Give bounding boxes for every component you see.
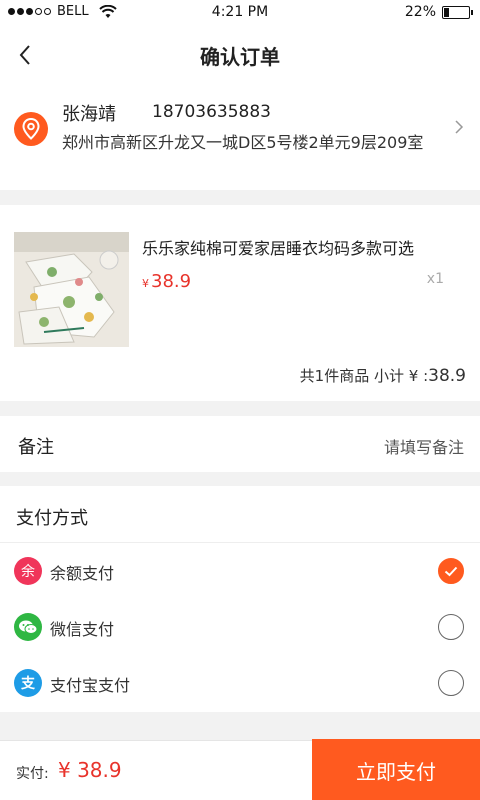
remark-row: 备注 请填写备注 [0,416,480,472]
status-right: 22% [404,4,473,20]
remark-input[interactable]: 请填写备注 [384,434,464,458]
radio-unchecked[interactable] [438,670,464,696]
recipient-phone: 18703635883 [152,102,271,122]
subtotal-label: 小计 ¥ : [374,367,429,385]
location-pin-icon [14,112,48,146]
payment-option-label: 微信支付 [50,620,115,639]
divider [0,542,480,543]
item-count: 共1件商品 [299,367,370,385]
payment-option-alipay[interactable]: 支 支付宝支付 [0,656,480,712]
recipient-name: 张海靖 [62,104,116,125]
pay-now-button[interactable]: 立即支付 [312,739,480,800]
chevron-right-icon [455,120,464,134]
balance-icon: 余 [14,557,42,585]
payment-section: 支付方式 余 余额支付 微信支付 支 支付宝支付 [0,486,480,712]
product-price: ¥38.9 [142,271,191,292]
payment-option-label: 支付宝支付 [50,676,131,695]
chevron-left-icon [19,45,30,65]
payment-option-balance[interactable]: 余 余额支付 [0,544,480,600]
total-label: 实付: [16,766,49,782]
radio-unchecked[interactable] [438,614,464,640]
total-amount: ¥ 38.9 [58,758,122,782]
product-card: 乐乐家纯棉可爱家居睡衣均码多款可选 ¥38.9 x1 共1件商品 小计 ¥ :3… [0,205,480,401]
product-image[interactable] [14,232,129,347]
remark-label: 备注 [18,437,54,458]
product-quantity: x1 [426,271,444,287]
battery-percent: 22% [404,4,436,20]
currency-symbol: ¥ [142,277,149,290]
payment-title: 支付方式 [16,508,88,529]
status-bar: BELL 4:21 PM 22% [0,0,480,26]
product-title[interactable]: 乐乐家纯棉可爱家居睡衣均码多款可选 [142,235,474,259]
order-summary: 共1件商品 小计 ¥ :38.9 [300,365,466,386]
radio-checked[interactable] [438,558,464,584]
address-detail: 郑州市高新区升龙又一城D区5号楼2单元9层209室 [62,133,424,152]
subtotal-value: 38.9 [428,366,466,386]
battery-icon [442,5,473,19]
checkmark-icon [444,566,458,576]
product-price-value: 38.9 [151,271,192,292]
payment-option-label: 余额支付 [50,564,115,583]
alipay-icon: 支 [14,669,42,697]
checkout-footer: 实付: ¥ 38.9 立即支付 [0,739,480,800]
nav-bar: 确认订单 [0,26,480,84]
page-title: 确认订单 [200,45,280,69]
address-card[interactable]: 张海靖 18703635883 郑州市高新区升龙又一城D区5号楼2单元9层209… [0,84,480,190]
payment-option-wechat[interactable]: 微信支付 [0,600,480,656]
wechat-icon [14,613,42,641]
back-button[interactable] [10,40,40,70]
